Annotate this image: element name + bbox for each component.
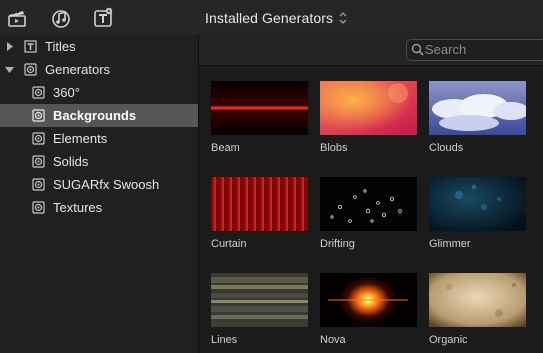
generator-name: Clouds [429,142,464,154]
browser-toolbar: Installed Generators [0,0,543,36]
nova-thumbnail [320,273,417,327]
lines-thumbnail [211,273,308,327]
glimmer-thumbnail [429,177,526,231]
generator-browser: Beam Blobs Clouds Curtain [199,35,543,353]
titles-icon [24,40,37,53]
generators-popup-menu[interactable]: Installed Generators [205,10,347,26]
search-input[interactable] [425,41,540,58]
generator-tile-clouds[interactable]: Clouds [429,81,526,154]
generator-tile-organic[interactable]: Organic [429,273,526,346]
disclosure-triangle-collapsed-icon[interactable] [5,42,14,51]
sidebar-item-solids[interactable]: Solids [0,150,198,173]
clapper-board-icon[interactable] [6,7,28,29]
generator-name: Nova [320,334,346,346]
disclosure-triangle-expanded-icon[interactable] [5,65,14,74]
curtain-thumbnail [211,177,308,231]
sidebar-item-backgrounds[interactable]: Backgrounds [0,104,198,127]
sidebar-item-label: Elements [53,131,108,146]
chevron-up-down-icon [339,12,347,24]
sidebar-item-titles[interactable]: Titles [0,35,198,58]
generator-tile-nova[interactable]: Nova [320,273,417,346]
sidebar-item-textures[interactable]: Textures [0,196,198,219]
generator-tile-curtain[interactable]: Curtain [211,177,308,250]
generator-name: Blobs [320,142,348,154]
page-title: Installed Generators [205,10,334,26]
generator-name: Lines [211,334,238,346]
generator-category-icon [32,178,45,191]
sidebar-item-label: Textures [53,200,103,215]
clouds-thumbnail [429,81,526,135]
generator-category-icon [32,132,45,145]
search-icon [411,43,424,56]
generator-name: Curtain [211,238,247,250]
drifting-thumbnail [320,177,417,231]
generator-name: Glimmer [429,238,471,250]
generator-tile-lines[interactable]: Lines [211,273,308,346]
generator-name: Beam [211,142,240,154]
generator-category-icon [32,86,45,99]
generator-tile-drifting[interactable]: Drifting [320,177,417,250]
generator-tile-glimmer[interactable]: Glimmer [429,177,526,250]
sidebar-item-generators[interactable]: Generators [0,58,198,81]
music-notes-icon[interactable] [50,7,72,29]
generator-name: Organic [429,334,468,346]
generator-tile-blobs[interactable]: Blobs [320,81,417,154]
sidebar-item-sugarfx-swoosh[interactable]: SUGARfx Swoosh [0,173,198,196]
generator-category-icon [32,155,45,168]
generator-tile-beam[interactable]: Beam [211,81,308,154]
search-field[interactable] [406,39,543,61]
sidebar-item-label: SUGARfx Swoosh [53,177,160,192]
generators-icon [24,63,37,76]
sidebar-item-360[interactable]: 360° [0,81,198,104]
sidebar-item-label: Backgrounds [53,108,137,123]
sidebar-item-label: Titles [45,39,76,54]
sidebar: Titles Generators 360° Backgrounds Eleme… [0,35,199,353]
generator-category-icon [32,201,45,214]
sidebar-item-elements[interactable]: Elements [0,127,198,150]
title-text-icon[interactable] [92,7,114,29]
sidebar-item-label: 360° [53,85,80,100]
generator-category-icon [32,109,45,122]
search-bar [199,35,543,66]
sidebar-item-label: Generators [45,62,111,77]
generator-name: Drifting [320,238,355,250]
organic-thumbnail [429,273,526,327]
beam-thumbnail [211,81,308,135]
sidebar-item-label: Solids [53,154,89,169]
blobs-thumbnail [320,81,417,135]
